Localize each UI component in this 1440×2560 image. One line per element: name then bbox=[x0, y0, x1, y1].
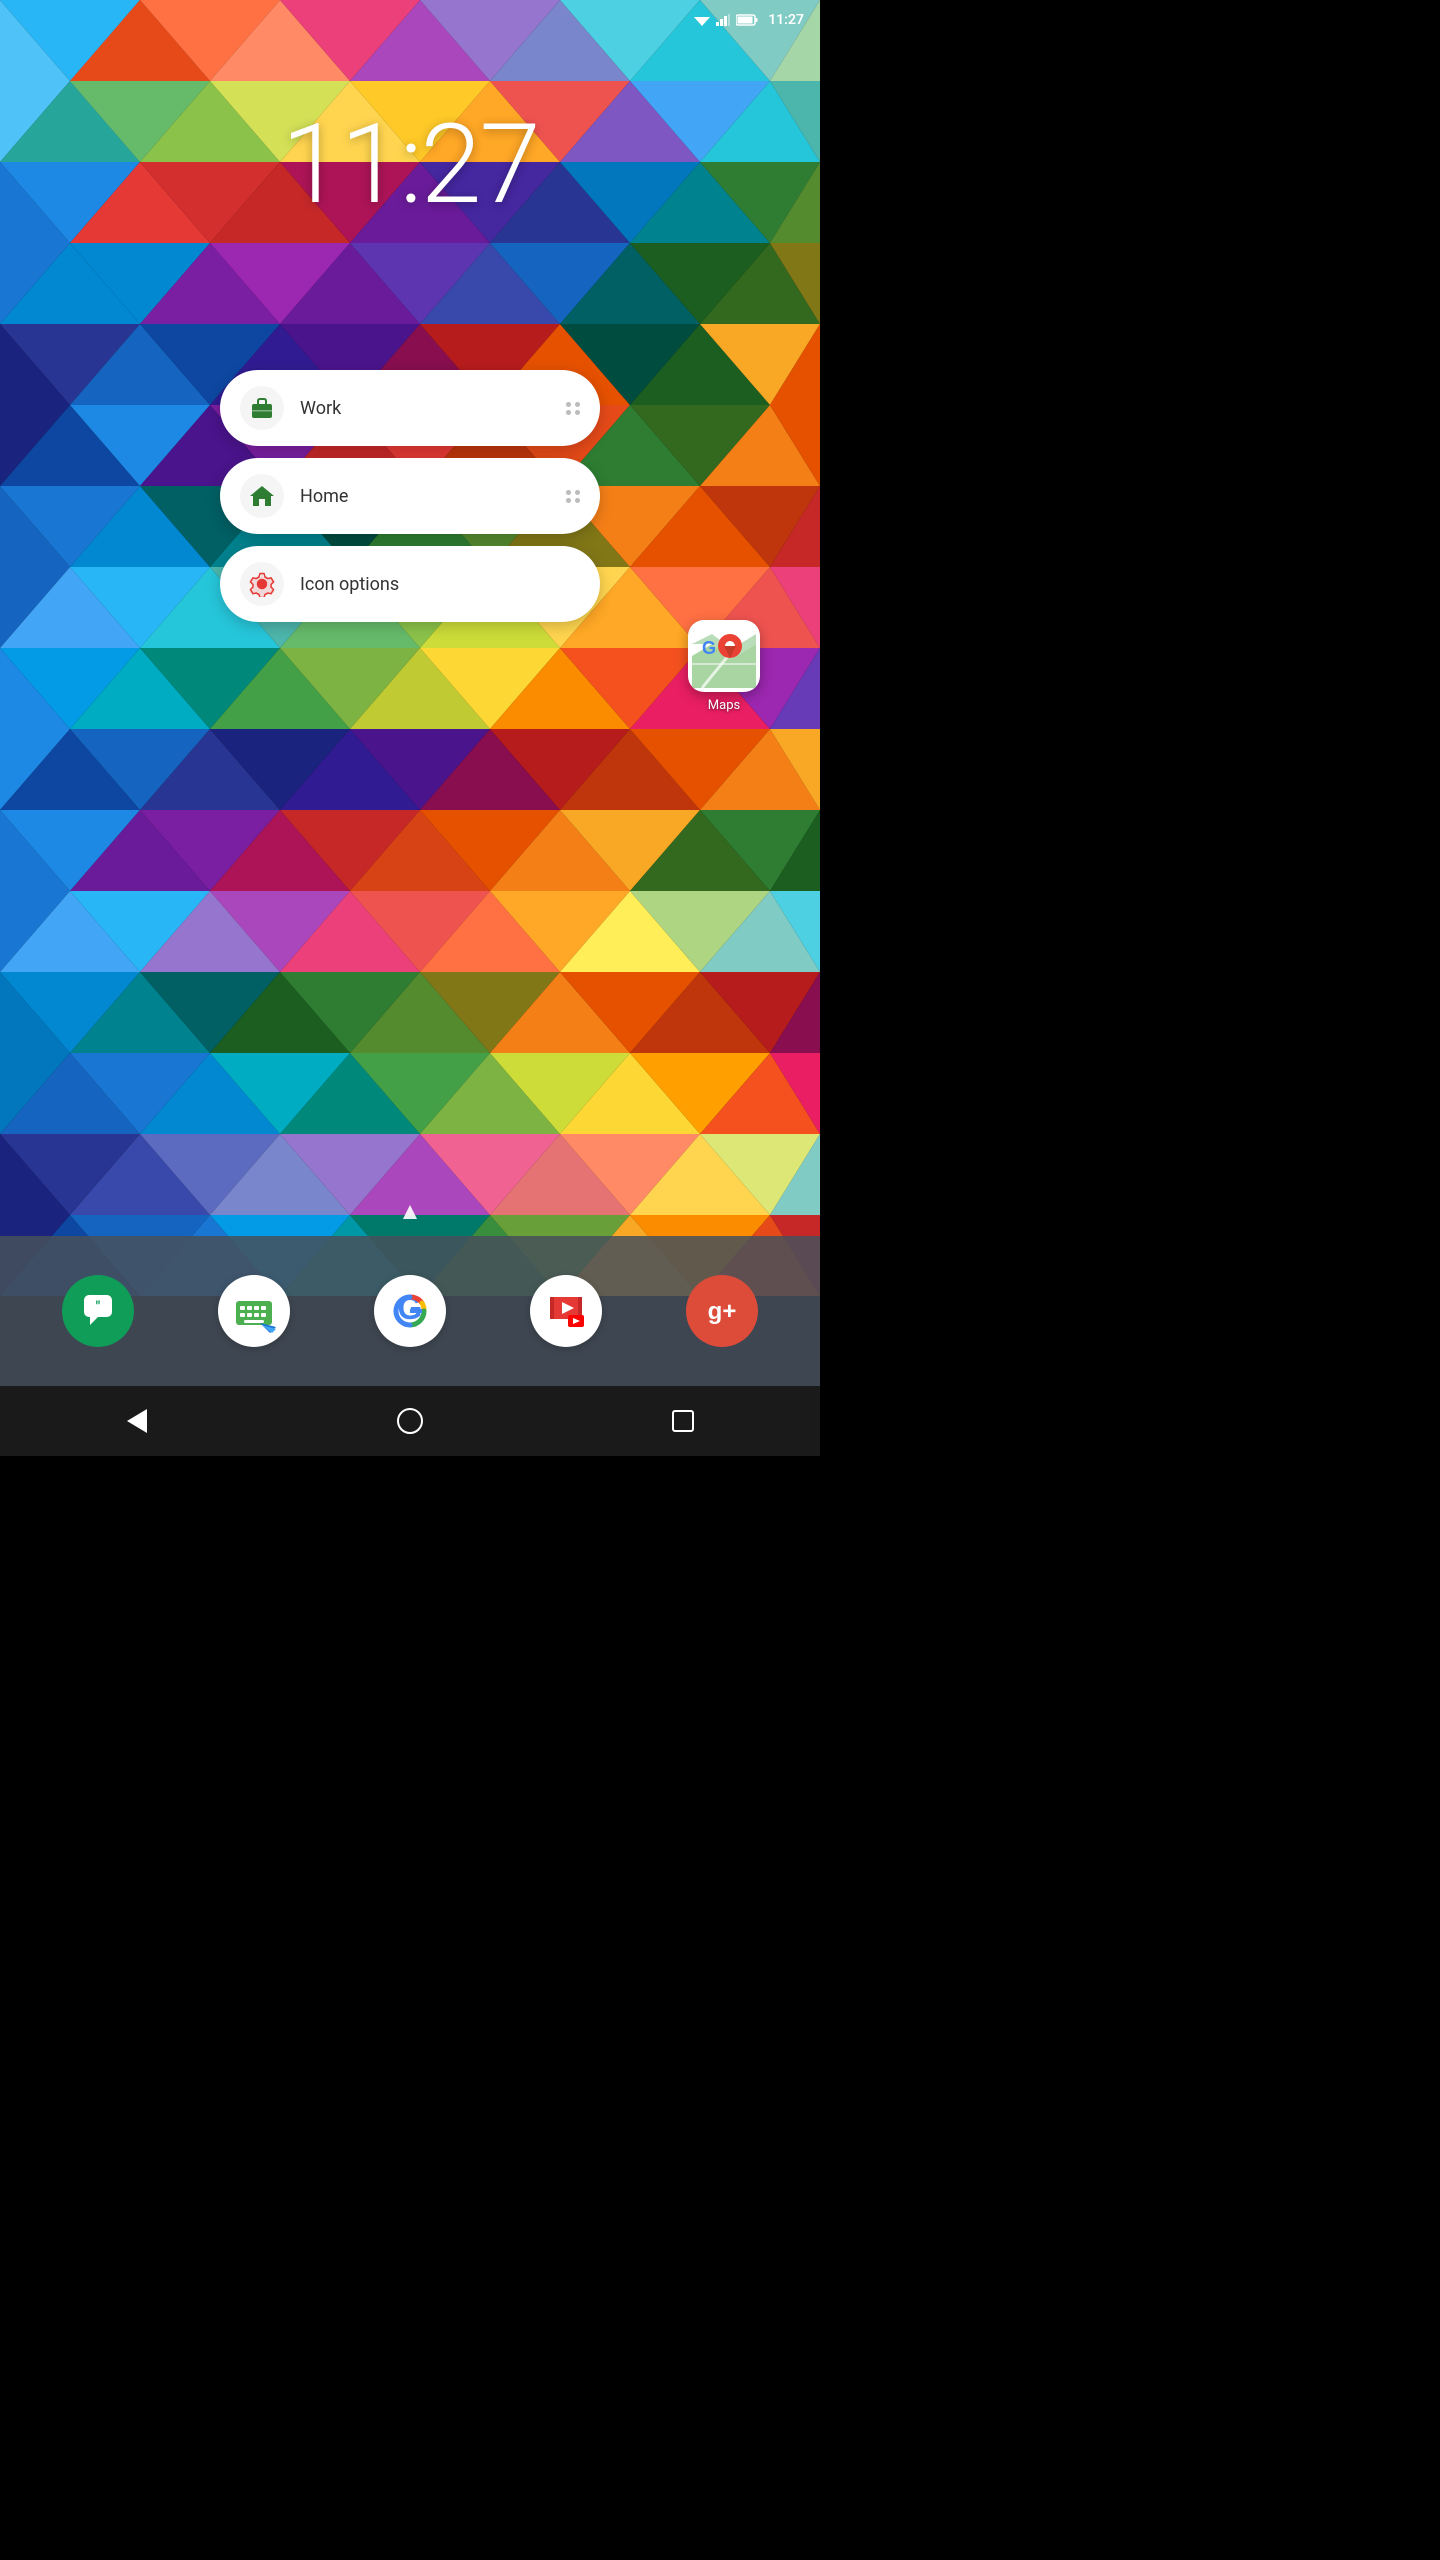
svg-text:": " bbox=[96, 1299, 101, 1315]
icon-options-icon-container bbox=[240, 562, 284, 606]
drawer-arrow[interactable]: ▲ bbox=[398, 1197, 422, 1226]
house-icon bbox=[249, 483, 275, 509]
work-dots[interactable] bbox=[566, 402, 580, 415]
dock-googleplus[interactable]: g+ bbox=[686, 1275, 758, 1347]
home-button[interactable] bbox=[385, 1396, 435, 1446]
gear-icon bbox=[249, 571, 275, 597]
status-time: 11:27 bbox=[768, 12, 804, 28]
back-triangle-icon bbox=[127, 1409, 147, 1433]
recents-square-icon bbox=[672, 1410, 694, 1432]
work-icon-container bbox=[240, 386, 284, 430]
context-menu: Work Home bbox=[220, 370, 600, 634]
maps-icon[interactable]: G bbox=[688, 620, 760, 692]
menu-item-icon-options[interactable]: Icon options bbox=[220, 546, 600, 622]
svg-text:g+: g+ bbox=[708, 1298, 737, 1325]
recents-button[interactable] bbox=[658, 1396, 708, 1446]
icon-options-label: Icon options bbox=[300, 574, 580, 595]
svg-text:G: G bbox=[702, 638, 716, 658]
battery-icon bbox=[736, 14, 758, 26]
home-label: Home bbox=[300, 486, 550, 507]
home-dots[interactable] bbox=[566, 490, 580, 503]
briefcase-icon bbox=[249, 395, 275, 421]
home-icon-container bbox=[240, 474, 284, 518]
maps-label: Maps bbox=[708, 698, 740, 713]
home-circle-icon bbox=[397, 1408, 423, 1434]
nav-bar bbox=[0, 1386, 820, 1456]
clock-display: 11:27 bbox=[0, 100, 820, 229]
dock-keyboard[interactable] bbox=[218, 1275, 290, 1347]
dock-google[interactable]: G bbox=[374, 1275, 446, 1347]
dock-hangouts[interactable]: " bbox=[62, 1275, 134, 1347]
menu-item-work[interactable]: Work bbox=[220, 370, 600, 446]
back-button[interactable] bbox=[112, 1396, 162, 1446]
dock: " G bbox=[0, 1236, 820, 1386]
wifi-icon bbox=[694, 14, 710, 26]
dock-movies[interactable] bbox=[530, 1275, 602, 1347]
maps-app[interactable]: G Maps bbox=[688, 620, 760, 713]
work-label: Work bbox=[300, 398, 550, 419]
status-bar: 11:27 bbox=[0, 0, 820, 40]
menu-item-home[interactable]: Home bbox=[220, 458, 600, 534]
signal-icon bbox=[716, 14, 730, 26]
